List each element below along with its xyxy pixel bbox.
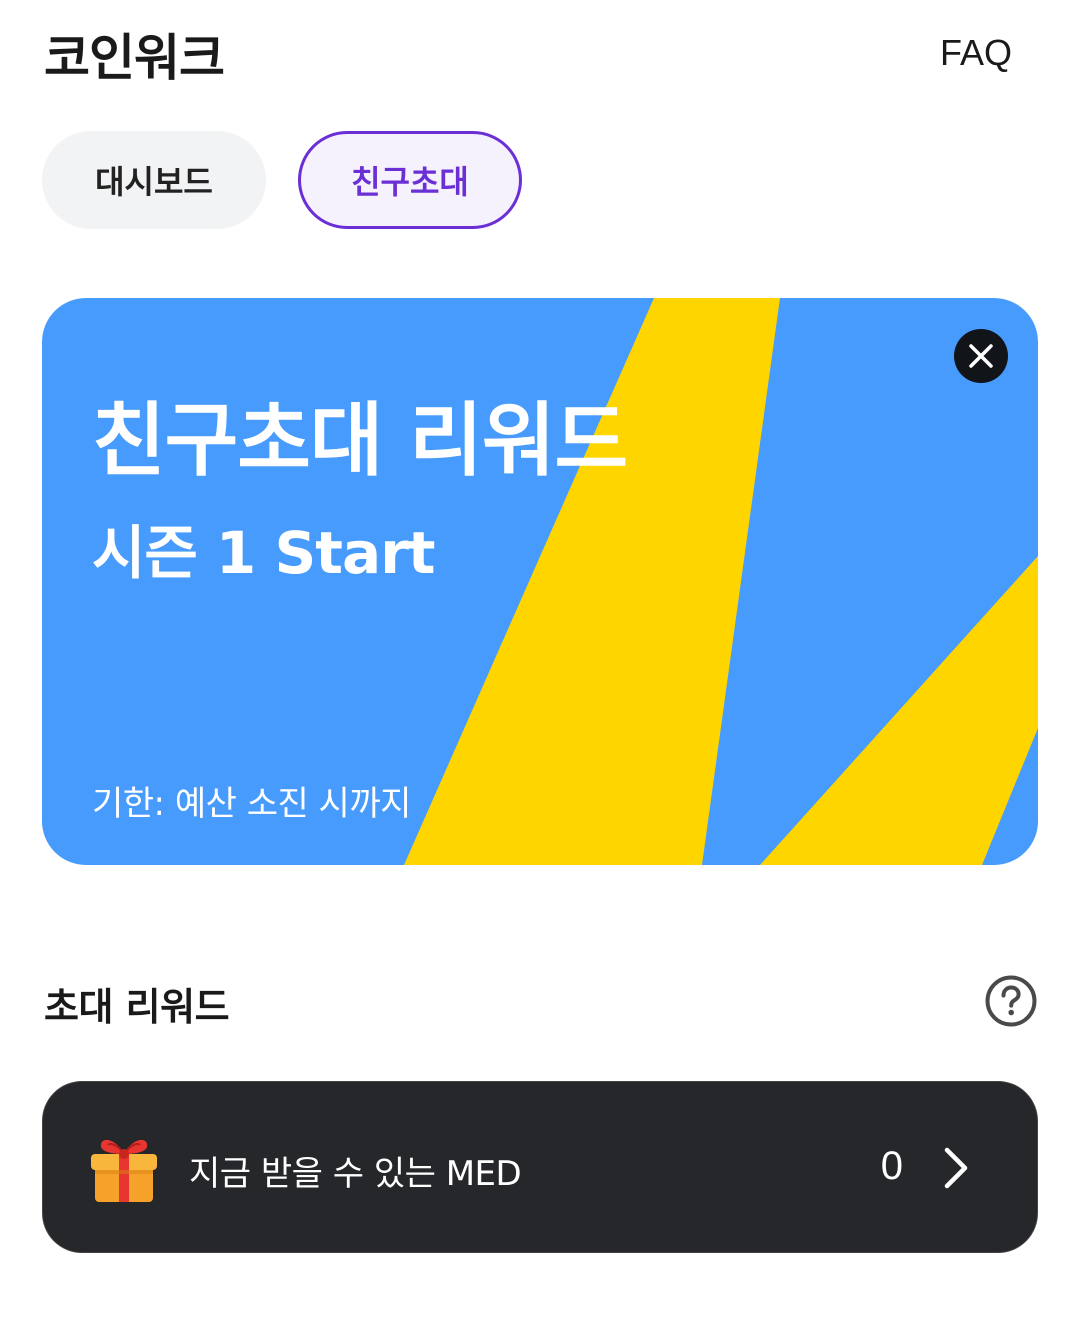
tab-invite-friends[interactable]: 친구초대: [298, 131, 522, 229]
reward-label: 지금 받을 수 있는 MED: [189, 1154, 522, 1194]
question-circle-icon[interactable]: [984, 974, 1038, 1028]
tab-dashboard[interactable]: 대시보드: [42, 131, 266, 229]
header: 코인워크 FAQ: [0, 0, 1080, 110]
faq-link[interactable]: FAQ: [940, 32, 1012, 74]
chevron-right-icon[interactable]: [941, 1146, 971, 1190]
banner-title: 친구초대 리워드: [92, 394, 628, 487]
gift-icon: [89, 1132, 159, 1204]
app-title: 코인워크: [44, 29, 225, 87]
claimable-reward-card[interactable]: 지금 받을 수 있는 MED 0: [42, 1081, 1038, 1253]
section-title: 초대 리워드: [44, 985, 230, 1029]
reward-value: 0: [880, 1144, 903, 1188]
close-icon[interactable]: [954, 329, 1008, 383]
promo-banner[interactable]: 친구초대 리워드 시즌 1 Start 기한: 예산 소진 시까지: [42, 298, 1038, 865]
banner-subtitle: 시즌 1 Start: [92, 519, 435, 587]
banner-deadline: 기한: 예산 소진 시까지: [92, 784, 411, 824]
